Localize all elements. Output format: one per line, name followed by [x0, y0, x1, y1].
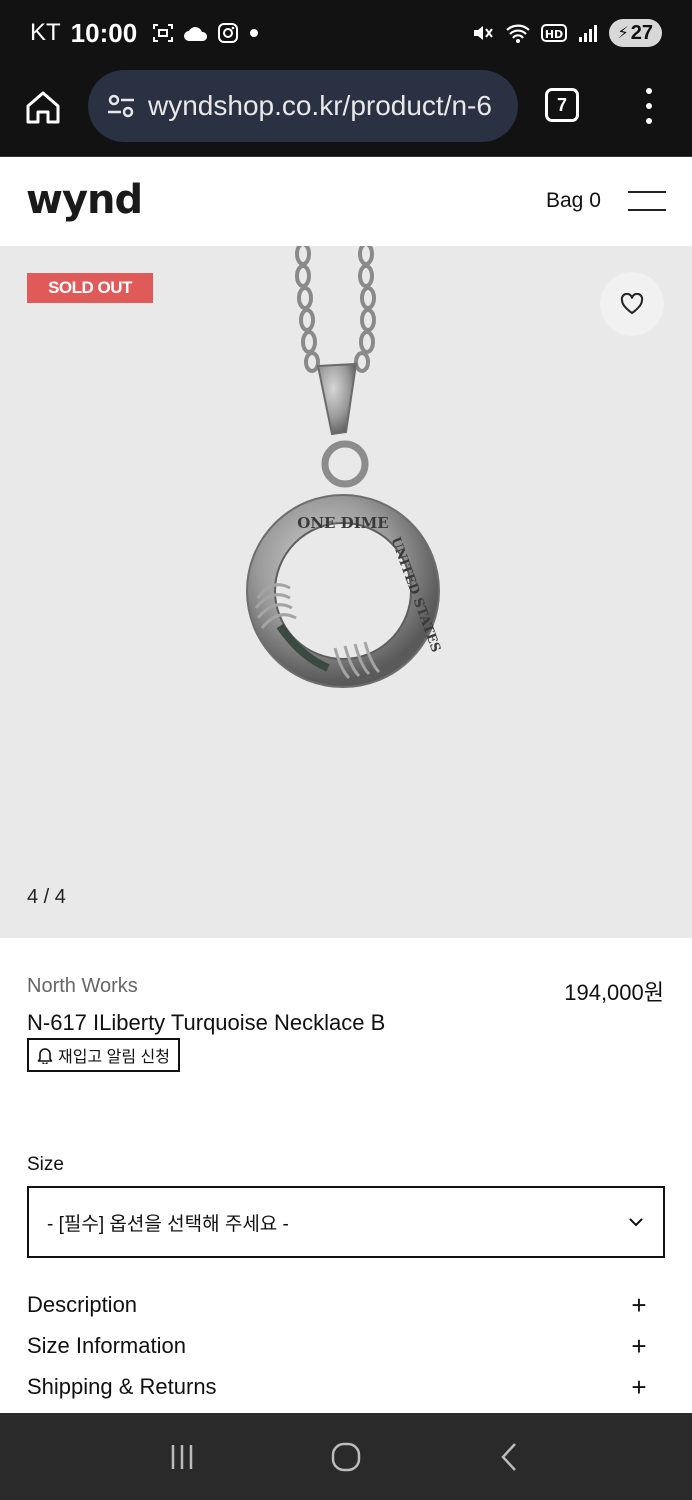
bell-icon — [37, 1048, 53, 1064]
product-title: N-617 ILiberty Turquoise Necklace B — [27, 1010, 386, 1035]
more-vert-icon[interactable] — [640, 88, 658, 124]
product-price: 194,000원 — [564, 980, 664, 1005]
product-gallery[interactable]: ONE DIME UNITED STATES SOLD OUT 4 / 4 — [0, 246, 692, 938]
home-icon[interactable] — [24, 88, 62, 126]
svg-text:HD: HD — [544, 28, 562, 41]
accordion-label: Shipping & Returns — [27, 1374, 217, 1399]
plus-icon: + — [631, 1371, 647, 1402]
image-counter: 4 / 4 — [27, 886, 66, 908]
accordion-shipping-returns[interactable]: Shipping & Returns + — [27, 1370, 665, 1404]
plus-icon: + — [631, 1330, 647, 1361]
instagram-icon — [218, 23, 239, 43]
screenshot-icon — [153, 24, 174, 42]
wifi-icon — [505, 24, 530, 43]
restock-alert-button[interactable]: 재입고 알림 신청 — [27, 1038, 180, 1072]
accordion-size-information[interactable]: Size Information + — [27, 1329, 665, 1363]
svg-text:ONE DIME: ONE DIME — [297, 514, 389, 532]
status-bar: KT 10:00 HD ⚡ 27 — [0, 0, 692, 66]
back-icon[interactable] — [490, 1437, 530, 1477]
signal-icon — [578, 25, 597, 42]
restock-alert-label: 재입고 알림 신청 — [58, 1049, 170, 1066]
size-label: Size — [27, 1154, 64, 1175]
sold-out-badge: SOLD OUT — [27, 273, 153, 303]
wishlist-button[interactable] — [600, 272, 664, 336]
carrier-label: KT — [30, 19, 61, 46]
address-bar[interactable]: wyndshop.co.kr/product/n-6 — [88, 70, 518, 142]
hd-icon: HD — [540, 24, 567, 42]
charging-icon: ⚡ — [617, 25, 629, 42]
battery-level: 27 — [630, 21, 653, 44]
recents-icon[interactable] — [162, 1437, 202, 1477]
system-nav-bar — [0, 1413, 692, 1500]
tune-icon[interactable] — [106, 91, 136, 121]
home-circle-icon[interactable] — [326, 1437, 366, 1477]
url-text[interactable]: wyndshop.co.kr/product/n-6 — [148, 90, 492, 122]
bag-link[interactable]: Bag 0 — [546, 189, 601, 213]
accordion-description[interactable]: Description + — [27, 1288, 665, 1322]
hamburger-menu-icon[interactable] — [628, 191, 666, 211]
tabs-icon[interactable]: 7 — [545, 88, 579, 122]
accordion-label: Description — [27, 1292, 138, 1317]
dot-icon — [250, 29, 259, 37]
product-brand[interactable]: North Works — [27, 975, 138, 998]
site-header: wynd Bag 0 — [0, 156, 692, 246]
product-image: ONE DIME UNITED STATES — [246, 246, 443, 688]
size-select-value: - [필수] 옵션을 선택해 주세요 - — [47, 1213, 289, 1235]
size-select[interactable]: - [필수] 옵션을 선택해 주세요 - — [27, 1186, 665, 1258]
cloud-icon — [184, 27, 208, 41]
battery-indicator: ⚡ 27 — [608, 19, 662, 47]
tab-count: 7 — [556, 94, 567, 115]
browser-toolbar: wyndshop.co.kr/product/n-6 7 — [0, 66, 692, 156]
site-logo[interactable]: wynd — [26, 177, 143, 223]
heart-icon — [620, 293, 644, 314]
chevron-down-icon — [629, 1218, 643, 1227]
accordion-label: Size Information — [27, 1333, 186, 1358]
mute-icon — [473, 26, 493, 40]
clock: 10:00 — [70, 17, 138, 48]
plus-icon: + — [631, 1289, 647, 1320]
